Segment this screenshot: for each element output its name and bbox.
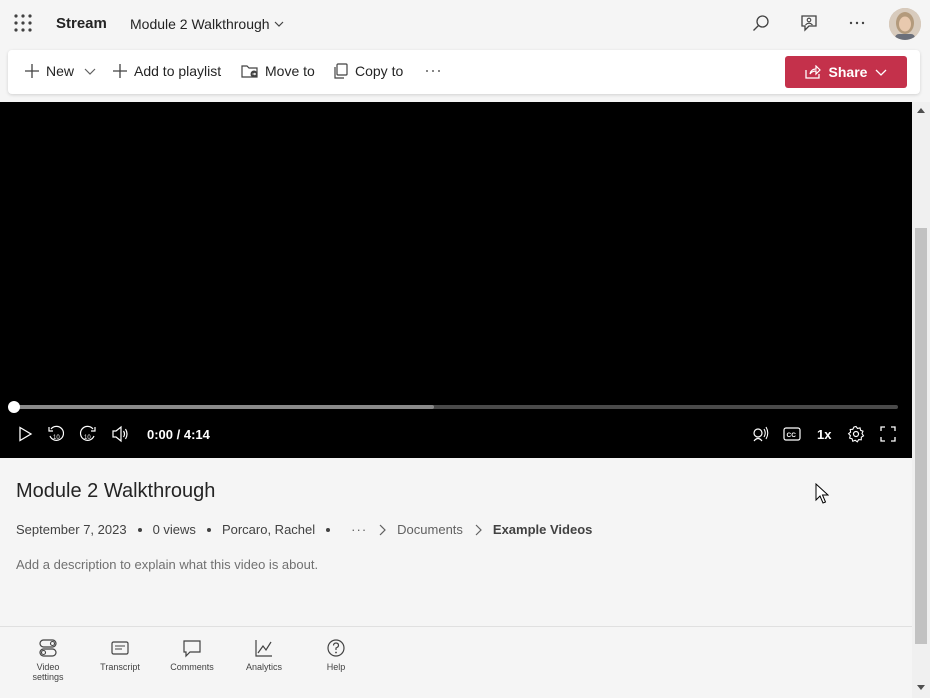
avatar[interactable] <box>889 8 921 40</box>
volume-icon[interactable] <box>110 424 130 444</box>
path-example-videos-link[interactable]: Example Videos <box>493 522 592 537</box>
buffered-progress <box>14 405 434 409</box>
share-label: Share <box>828 64 868 80</box>
audio-description-icon[interactable] <box>750 424 770 444</box>
chevron-right-icon <box>377 524 387 536</box>
path-documents-link[interactable]: Documents <box>397 522 463 537</box>
move-to-button[interactable]: Move to <box>241 63 315 79</box>
seek-thumb[interactable] <box>8 401 20 413</box>
gear-icon[interactable] <box>846 424 866 444</box>
toggle-icon <box>39 639 57 657</box>
tab-label: Analytics <box>245 662 282 672</box>
tab-comments[interactable]: Comments <box>162 638 222 672</box>
comment-icon <box>183 640 201 658</box>
svg-text:10: 10 <box>53 435 60 441</box>
video-player[interactable]: 10 10 0:00 / 4:14 CC 1x <box>0 102 912 458</box>
copy-to-button[interactable]: Copy to <box>333 63 403 79</box>
tab-transcript[interactable]: Transcript <box>90 638 150 672</box>
play-icon[interactable] <box>15 424 35 444</box>
view-count: 0 views <box>152 522 196 537</box>
video-title: Module 2 Walkthrough <box>16 480 216 502</box>
tab-label: Help <box>326 662 346 672</box>
closed-captions-icon[interactable]: CC <box>782 424 802 444</box>
add-to-playlist-label: Add to playlist <box>134 63 222 79</box>
scrollbar-thumb[interactable] <box>915 228 927 644</box>
separator-dot <box>137 527 142 532</box>
plus-icon <box>113 64 127 78</box>
add-to-playlist-button[interactable]: Add to playlist <box>112 63 221 79</box>
more-options-icon[interactable] <box>846 12 868 34</box>
plus-icon <box>25 64 39 78</box>
breadcrumb-title-dropdown[interactable]: Module 2 Walkthrough <box>130 16 284 32</box>
author-name[interactable]: Porcaro, Rachel <box>222 522 315 537</box>
new-label: New <box>46 63 75 79</box>
more-commands-button[interactable] <box>424 63 442 79</box>
help-icon <box>327 639 345 657</box>
tab-label: Transcript <box>100 662 140 672</box>
chevron-right-icon <box>473 524 483 536</box>
playback-speed[interactable]: 1x <box>817 427 831 442</box>
share-button[interactable]: Share <box>785 56 907 88</box>
video-metadata: September 7, 2023 0 views Porcaro, Rache… <box>16 522 592 537</box>
tab-help[interactable]: Help <box>306 638 366 672</box>
tab-analytics[interactable]: Analytics <box>234 638 294 672</box>
separator-dot <box>206 527 211 532</box>
chevron-down-icon <box>274 21 283 27</box>
tab-label: Video settings <box>32 662 64 682</box>
folder-move-icon <box>241 65 258 78</box>
divider <box>0 626 912 627</box>
svg-text:CC: CC <box>787 432 797 439</box>
rewind-10-icon[interactable]: 10 <box>46 424 66 444</box>
transcript-icon <box>111 641 129 655</box>
fullscreen-icon[interactable] <box>878 424 898 444</box>
top-bar: Stream Module 2 Walkthrough <box>0 0 930 48</box>
tab-video-settings[interactable]: Video settings <box>18 638 78 682</box>
path-overflow-button[interactable]: ··· <box>351 522 367 537</box>
breadcrumb-title: Module 2 Walkthrough <box>130 16 270 32</box>
analytics-icon <box>255 640 272 657</box>
playback-time: 0:00 / 4:14 <box>147 427 210 442</box>
search-icon[interactable] <box>750 12 772 34</box>
mouse-cursor-icon <box>815 482 830 510</box>
scroll-down-icon[interactable] <box>915 682 927 694</box>
tab-label: Comments <box>170 662 214 672</box>
chevron-down-icon <box>84 68 96 75</box>
copy-icon <box>334 63 348 79</box>
new-button[interactable]: New <box>24 63 96 79</box>
scroll-up-icon[interactable] <box>915 104 927 116</box>
svg-text:10: 10 <box>84 435 91 441</box>
seek-bar[interactable] <box>14 405 898 409</box>
feedback-icon[interactable] <box>798 12 820 34</box>
app-launcher-icon[interactable] <box>14 14 32 32</box>
move-to-label: Move to <box>265 63 315 79</box>
more-options-icon <box>426 70 440 72</box>
upload-date: September 7, 2023 <box>16 522 127 537</box>
copy-to-label: Copy to <box>355 63 404 79</box>
chevron-down-icon <box>875 69 887 76</box>
separator-dot <box>326 527 331 532</box>
share-icon <box>804 65 821 79</box>
description-placeholder[interactable]: Add a description to explain what this v… <box>16 557 318 572</box>
forward-10-icon[interactable]: 10 <box>78 424 98 444</box>
app-name[interactable]: Stream <box>56 15 107 32</box>
